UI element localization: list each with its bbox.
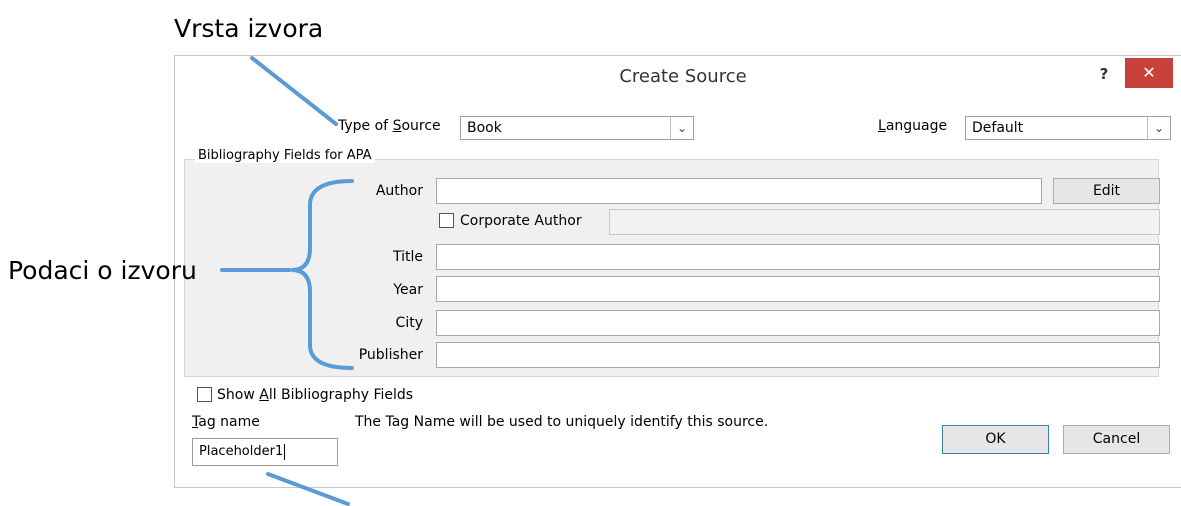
source-type-caption: Vrsta izvora	[174, 14, 324, 43]
author-input[interactable]	[436, 178, 1042, 204]
year-label: Year	[393, 282, 423, 298]
type-of-source-label: Type of Source	[338, 118, 441, 134]
ok-button[interactable]: OK	[942, 425, 1049, 454]
type-of-source-select[interactable]: Book ⌄	[460, 116, 694, 140]
corporate-author-label: Corporate Author	[460, 213, 582, 229]
city-input[interactable]	[436, 310, 1160, 336]
tag-name-hint: The Tag Name will be used to uniquely id…	[355, 414, 769, 430]
chevron-down-icon: ⌄	[1147, 117, 1170, 139]
corporate-author-checkbox[interactable]	[439, 213, 454, 228]
tag-name-label: Tag name	[192, 414, 260, 430]
title-label: Title	[392, 249, 423, 265]
bibliography-fields-title: Bibliography Fields for APA	[195, 148, 375, 163]
year-input[interactable]	[436, 276, 1160, 302]
type-of-source-value: Book	[467, 120, 502, 136]
tag-name-value: Placeholder1	[199, 444, 284, 459]
corporate-author-input[interactable]	[609, 209, 1160, 235]
create-source-dialog: Create Source ? ✕ Type of Source Book ⌄ …	[174, 55, 1181, 488]
city-label: City	[395, 315, 423, 331]
chevron-down-icon: ⌄	[670, 117, 693, 139]
dialog-title-bar[interactable]: Create Source	[175, 56, 1181, 98]
text-cursor	[284, 443, 286, 460]
show-all-fields-checkbox[interactable]	[197, 387, 212, 402]
title-input[interactable]	[436, 244, 1160, 270]
source-data-caption: Podaci o izvoru	[8, 256, 197, 285]
language-label: Language	[878, 118, 948, 134]
close-button[interactable]: ✕	[1125, 58, 1173, 88]
cancel-button[interactable]: Cancel	[1063, 425, 1170, 454]
dialog-title: Create Source	[619, 66, 747, 87]
language-select[interactable]: Default ⌄	[965, 116, 1171, 140]
publisher-input[interactable]	[436, 342, 1160, 368]
show-all-fields-label: Show All Bibliography Fields	[217, 387, 414, 403]
author-label: Author	[375, 183, 423, 199]
edit-button[interactable]: Edit	[1053, 178, 1160, 204]
help-button[interactable]: ?	[1091, 62, 1117, 86]
language-value: Default	[972, 120, 1024, 136]
publisher-label: Publisher	[358, 347, 423, 363]
tag-name-input[interactable]: Placeholder1	[192, 438, 338, 466]
